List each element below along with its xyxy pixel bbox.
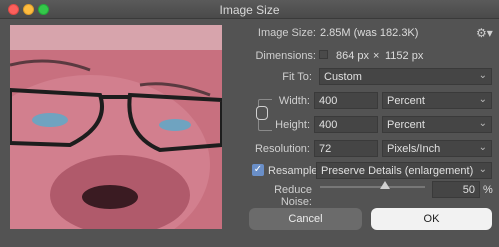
reduce-noise-input[interactable] [432, 181, 480, 198]
height-unit-select[interactable]: Percent ⌄ [382, 116, 492, 133]
resample-method-value: Preserve Details (enlargement) [321, 165, 474, 177]
height-label: Height: [275, 119, 310, 131]
height-input[interactable] [314, 116, 378, 133]
resolution-input[interactable] [314, 140, 378, 157]
fit-to-label: Fit To: [282, 71, 312, 83]
reduce-noise-label: Reduce Noise: [274, 184, 312, 208]
gear-icon[interactable]: ⚙▾ [476, 26, 493, 40]
face-photo [10, 25, 222, 229]
width-label: Width: [278, 95, 310, 107]
dimensions-times: × [373, 50, 380, 62]
width-unit-value: Percent [387, 95, 425, 107]
fit-to-value: Custom [324, 71, 362, 83]
dimensions-label: Dimensions: [255, 50, 316, 62]
image-size-label: Image Size: [257, 27, 316, 39]
chevron-down-icon: ⌄ [478, 118, 487, 129]
dimensions-height: 1152 px [385, 50, 424, 62]
window-title: Image Size [219, 3, 280, 17]
resample-label: Resample: [268, 165, 321, 177]
reduce-noise-slider-track[interactable] [320, 186, 425, 188]
chevron-down-icon: ⌄ [478, 94, 487, 105]
chevron-down-icon: ⌄ [478, 164, 487, 175]
image-size-value: 2.85M (was 182.3K) [320, 27, 419, 39]
resolution-unit-value: Pixels/Inch [387, 143, 441, 155]
cancel-button[interactable]: Cancel [249, 208, 362, 230]
width-input[interactable] [314, 92, 378, 109]
height-unit-value: Percent [387, 119, 425, 131]
chevron-down-icon: ⌄ [478, 70, 487, 81]
dimensions-unit-dropdown[interactable] [319, 50, 328, 59]
resolution-label: Resolution: [254, 143, 310, 155]
image-preview[interactable] [10, 25, 222, 229]
reduce-noise-slider-thumb[interactable] [380, 181, 391, 189]
chevron-down-icon: ⌄ [478, 142, 487, 153]
resolution-unit-select[interactable]: Pixels/Inch ⌄ [382, 140, 492, 157]
ok-button[interactable]: OK [371, 208, 492, 230]
link-chain-icon[interactable] [256, 106, 268, 120]
resample-method-select[interactable]: Preserve Details (enlargement) ⌄ [316, 162, 492, 179]
resample-checkbox[interactable]: ✓ [252, 164, 264, 176]
reduce-noise-unit: % [483, 184, 493, 196]
dimensions-width: 864 px [336, 50, 370, 62]
width-unit-select[interactable]: Percent ⌄ [382, 92, 492, 109]
fit-to-select[interactable]: Custom ⌄ [319, 68, 492, 85]
title-bar: Image Size [0, 0, 499, 19]
